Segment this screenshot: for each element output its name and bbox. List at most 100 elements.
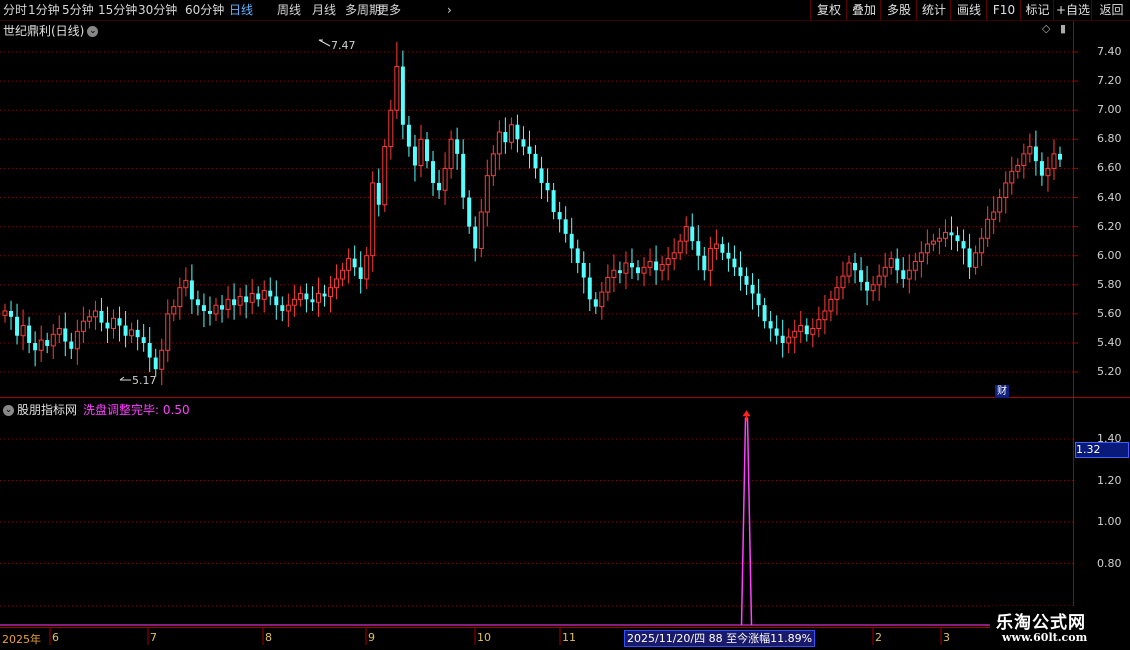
candle (183, 279, 189, 289)
toolbar-button[interactable]: +自选 (1053, 0, 1092, 20)
candle (400, 66, 405, 125)
candle (111, 317, 117, 329)
chevron-down-icon[interactable]: ⌄ (3, 405, 14, 416)
candle (38, 339, 44, 351)
candle (533, 153, 538, 169)
period-tab[interactable]: 多周期 (345, 1, 381, 19)
candle (696, 241, 701, 256)
candle (949, 232, 954, 236)
chevron-right-icon[interactable]: › (447, 1, 452, 19)
indicator-spike (740, 417, 753, 626)
main-grid (0, 51, 1078, 373)
candle (930, 240, 936, 245)
indicator-value: 洗盘调整完毕: 0.50 (83, 403, 190, 417)
candle (69, 341, 74, 349)
candle (9, 310, 14, 317)
chevron-down-icon[interactable]: ⌄ (87, 26, 99, 37)
candle (74, 330, 80, 350)
candle (135, 329, 140, 338)
toolbar-button[interactable]: 返回 (1091, 0, 1130, 20)
candle (50, 333, 56, 347)
candle (141, 337, 146, 343)
candle (798, 325, 804, 332)
watermark-title: 乐淘公式网 (996, 613, 1086, 633)
y-tick-label: 5.20 (1097, 365, 1122, 379)
period-tab[interactable]: 月线 (312, 1, 336, 19)
candle (503, 132, 508, 143)
candle (744, 276, 749, 285)
candle (527, 146, 532, 154)
finance-badge[interactable]: 财 (995, 385, 1009, 398)
period-tab[interactable]: 分时 (3, 1, 27, 19)
candle (496, 131, 502, 155)
candle (431, 161, 436, 183)
candle (412, 146, 417, 166)
toolbar-button[interactable]: 标记 (1020, 0, 1054, 20)
period-tab[interactable]: 周线 (277, 1, 301, 19)
candle (346, 258, 352, 271)
toolbar-button[interactable]: 复权 (810, 0, 847, 20)
toolbar-button[interactable]: 统计 (916, 0, 951, 20)
candle (659, 263, 665, 271)
candle (973, 252, 979, 268)
indicator-source: 股朋指标网 (17, 403, 78, 417)
candle (322, 293, 327, 297)
sub-chart-title[interactable]: ⌄ 股朋指标网 洗盘调整完毕: 0.50 (3, 401, 190, 418)
panel-toggle-icon[interactable]: ▮ (1060, 22, 1066, 35)
candle (80, 320, 86, 332)
candle (732, 258, 737, 268)
candle (99, 310, 104, 323)
candle (1058, 153, 1062, 160)
watermark-url: www.60lt.com (1002, 631, 1088, 644)
candle (123, 325, 128, 336)
candle (244, 296, 249, 303)
period-tab[interactable]: 60分钟 (185, 1, 224, 19)
y-tick-label: 6.80 (1097, 132, 1122, 146)
diamond-icon[interactable]: ◇ (1042, 22, 1050, 35)
period-tab[interactable]: 更多 (377, 1, 401, 19)
chart-canvas[interactable] (0, 0, 1130, 650)
candle (225, 298, 231, 311)
candle (918, 252, 924, 263)
period-tab[interactable]: 日线 (229, 1, 253, 19)
candle (623, 262, 629, 274)
toolbar-button[interactable]: F10 (986, 0, 1021, 20)
candle (177, 287, 183, 308)
candle (304, 293, 309, 300)
signal-arrow-icon (742, 410, 751, 422)
candle (189, 280, 194, 300)
candle (906, 269, 912, 280)
candle (461, 153, 466, 198)
indicator-series (0, 410, 1073, 626)
candle (237, 295, 243, 306)
period-tab[interactable]: 15分钟 (98, 1, 137, 19)
main-chart-title[interactable]: 世纪鼎利(日线) ⌄ (3, 22, 99, 39)
candle (20, 325, 26, 337)
period-tab[interactable]: 5分钟 (62, 1, 94, 19)
toolbar-button[interactable]: 多股 (880, 0, 917, 20)
toolbar-button[interactable]: 叠加 (846, 0, 881, 20)
candle (955, 235, 960, 242)
candle (912, 261, 918, 271)
y-tick-label: 7.40 (1097, 45, 1122, 58)
period-toolbar: 分时 1分钟 5分钟 15分钟 30分钟 60分钟 日线 周线 月线 多周期 更多 › 复权 叠加 多股 统计… (0, 0, 1130, 21)
candle (86, 316, 92, 322)
candle (997, 197, 1003, 213)
candle (340, 269, 346, 280)
candle (738, 267, 743, 277)
candle (901, 270, 906, 279)
candle (768, 321, 773, 329)
candle (473, 226, 478, 249)
toolbar-button[interactable]: 画线 (950, 0, 987, 20)
candle (636, 267, 640, 274)
period-tab[interactable]: 1分钟 (28, 1, 60, 19)
period-tab[interactable]: 30分钟 (138, 1, 177, 19)
candle (442, 167, 448, 191)
candle (942, 231, 948, 239)
candle (895, 258, 900, 271)
candle (816, 319, 822, 329)
y-tick-label: 6.20 (1097, 219, 1122, 233)
candle (617, 270, 622, 274)
candle (418, 138, 424, 166)
candle (713, 243, 719, 249)
